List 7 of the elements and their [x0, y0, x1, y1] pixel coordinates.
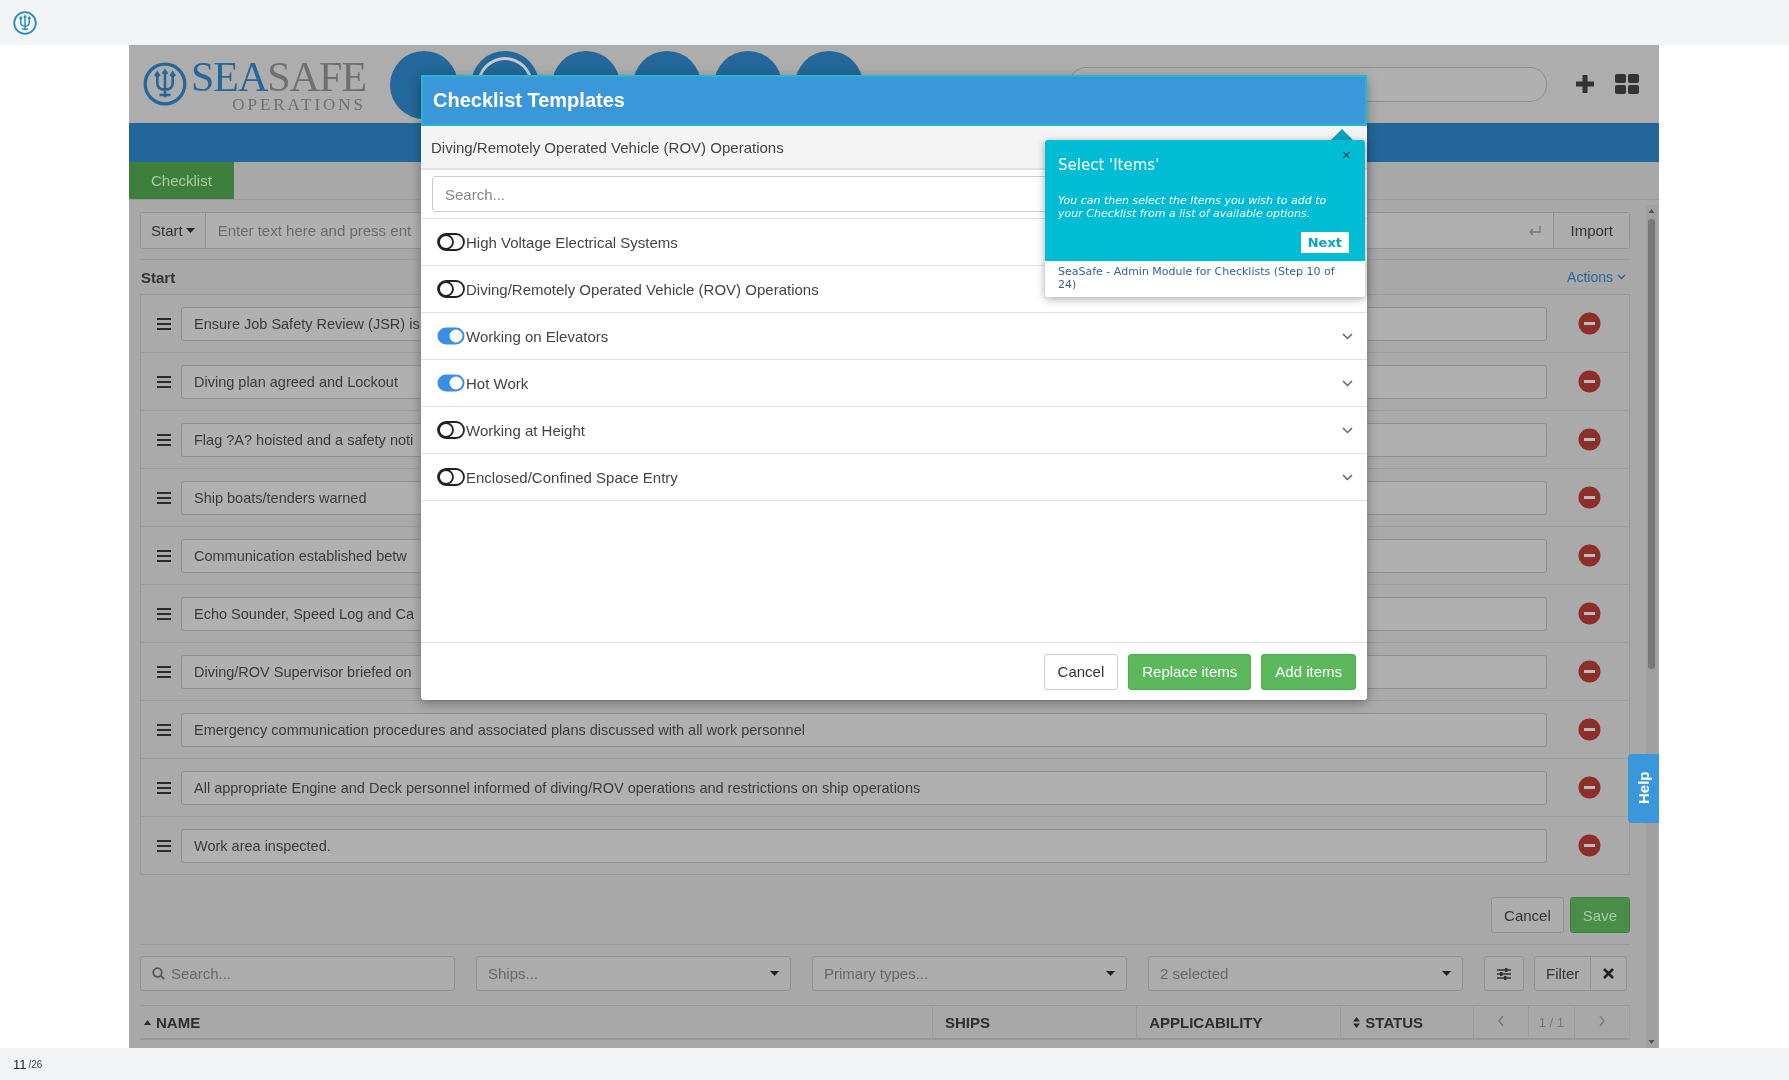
modal-title: Checklist Templates — [421, 75, 1367, 126]
section-title: Start — [140, 268, 176, 286]
logo-subtitle: OPERATIONS — [231, 95, 367, 113]
page-number: 11 — [13, 1056, 27, 1072]
logo-text: SEASAFE — [191, 55, 367, 98]
step-indicator: SeaSafe - Admin Module for Checklists (Step 10 of 24) — [1057, 264, 1336, 293]
page-total: /26 — [28, 1058, 43, 1070]
